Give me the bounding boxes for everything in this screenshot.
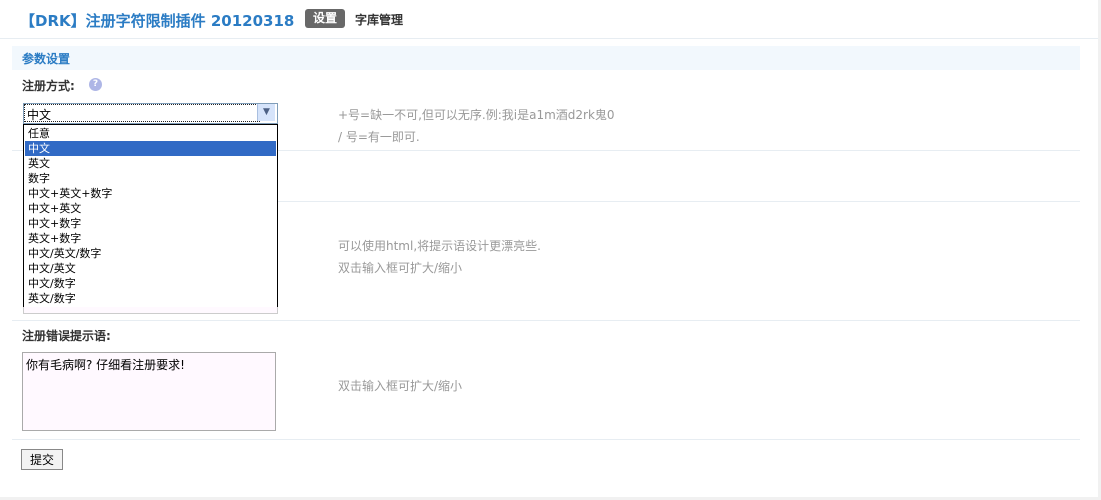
error-tip-textarea[interactable]: 你有毛病啊? 仔细看注册要求! <box>22 352 276 431</box>
error-tip-hint: 双击输入框可扩大/缩小 <box>338 379 463 393</box>
dropdown-option[interactable]: 中文/数字 <box>25 276 276 291</box>
dropdown-option[interactable]: 英文/数字 <box>25 291 276 306</box>
dropdown-option[interactable]: 中文/英文 <box>25 261 276 276</box>
submit-button[interactable]: 提交 <box>21 449 63 470</box>
tip-hint-1: 可以使用html,将提示语设计更漂亮些. <box>338 239 541 253</box>
section-header-bar <box>12 46 1080 70</box>
dropdown-option[interactable]: 中文/英文/数字 <box>25 246 276 261</box>
method-dropdown-list[interactable]: 任意 中文 英文 数字 中文+英文+数字 中文+英文 中文+数字 英文+数字 中… <box>23 124 278 308</box>
row-divider <box>12 320 1080 321</box>
method-select-focus <box>24 104 260 122</box>
method-select-value: 中文 <box>27 108 52 122</box>
dropdown-option[interactable]: 中文+数字 <box>25 216 276 231</box>
dropdown-option-selected[interactable]: 中文 <box>25 141 276 156</box>
page-title: 【DRK】注册字符限制插件 20120318 <box>20 12 295 30</box>
header-divider <box>0 38 1101 39</box>
section-title: 参数设置 <box>22 52 71 66</box>
method-label: 注册方式: <box>22 79 75 93</box>
method-hint-2: / 号=有一即可. <box>338 130 420 144</box>
row-divider <box>278 201 1080 202</box>
dropdown-option[interactable]: 任意 <box>25 126 276 141</box>
dropdown-option[interactable]: 英文 <box>25 156 276 171</box>
dropdown-option[interactable]: 数字 <box>25 171 276 186</box>
method-hint-1: +号=缺一不可,但可以无序.例:我i是a1m酒d2rk鬼0 <box>338 108 615 122</box>
tab-library-management[interactable]: 字库管理 <box>355 11 403 28</box>
dropdown-option[interactable]: 中文+英文 <box>25 201 276 216</box>
error-tip-label: 注册错误提示语: <box>22 329 111 343</box>
row-divider <box>12 439 1080 440</box>
help-icon[interactable]: ? <box>89 78 102 91</box>
chevron-down-icon[interactable]: ▼ <box>257 104 275 121</box>
tip-textarea[interactable] <box>23 307 278 314</box>
dropdown-option[interactable]: 中文+英文+数字 <box>25 186 276 201</box>
tab-settings[interactable]: 设置 <box>305 9 345 28</box>
tip-hint-2: 双击输入框可扩大/缩小 <box>338 261 463 275</box>
dropdown-option[interactable]: 英文+数字 <box>25 231 276 246</box>
